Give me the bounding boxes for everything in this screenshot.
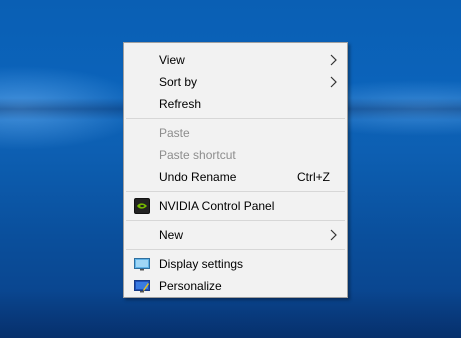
menu-item-sort-by[interactable]: Sort by (124, 71, 347, 93)
personalize-icon (134, 280, 150, 293)
menu-item-label: Paste shortcut (159, 148, 236, 162)
menu-separator (126, 118, 345, 119)
menu-item-label: Sort by (159, 75, 198, 89)
menu-item-view[interactable]: View (124, 49, 347, 71)
menu-item-label: Display settings (159, 257, 244, 271)
chevron-right-icon (330, 229, 337, 241)
menu-item-paste-shortcut: Paste shortcut (124, 144, 347, 166)
menu-item-display-settings[interactable]: Display settings (124, 253, 347, 275)
desktop-context-menu: View Sort by Refresh Paste Paste shortcu… (123, 42, 348, 298)
chevron-right-icon (330, 76, 337, 88)
menu-separator (126, 220, 345, 221)
keyboard-shortcut: Ctrl+Z (297, 170, 330, 184)
display-icon (134, 258, 150, 271)
menu-item-label: Refresh (159, 97, 202, 111)
menu-item-refresh[interactable]: Refresh (124, 93, 347, 115)
menu-item-new[interactable]: New (124, 224, 347, 246)
menu-separator (126, 249, 345, 250)
menu-item-undo-rename[interactable]: Undo Rename Ctrl+Z (124, 166, 347, 188)
menu-item-label: Paste (159, 126, 190, 140)
menu-item-nvidia-control-panel[interactable]: NVIDIA Control Panel (124, 195, 347, 217)
menu-separator (126, 191, 345, 192)
menu-item-label: Personalize (159, 279, 222, 293)
nvidia-icon (134, 198, 150, 214)
menu-item-label: View (159, 53, 185, 67)
menu-item-label: NVIDIA Control Panel (159, 199, 275, 213)
menu-item-label: New (159, 228, 184, 242)
chevron-right-icon (330, 54, 337, 66)
menu-item-paste: Paste (124, 122, 347, 144)
menu-item-personalize[interactable]: Personalize (124, 275, 347, 297)
menu-item-label: Undo Rename (159, 170, 237, 184)
